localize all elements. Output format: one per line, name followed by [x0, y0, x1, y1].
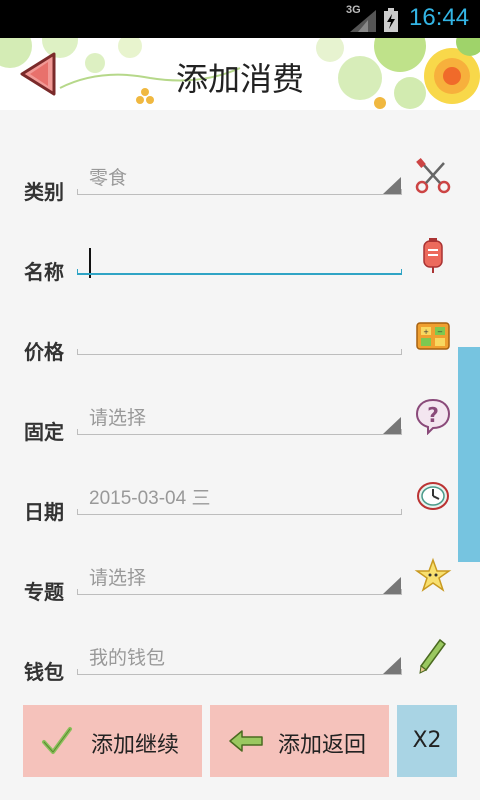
page-title: 添加消费 [175, 60, 304, 98]
topic-select[interactable]: 请选择 [77, 560, 414, 595]
topic-label: 专题 [24, 580, 64, 604]
wallet-select[interactable]: 我的钱包 [77, 640, 414, 675]
fixed-select[interactable]: 请选择 [77, 400, 414, 435]
field-underline [77, 189, 402, 195]
field-underline [77, 429, 402, 435]
price-input[interactable] [77, 318, 402, 356]
app-header: 添加消费 [0, 38, 480, 110]
return-arrow-icon [229, 730, 263, 752]
add-return-label: 添加返回 [278, 733, 367, 758]
date-label: 日期 [24, 500, 64, 524]
date-row: 日期 2015-03-04 三 [0, 470, 480, 550]
battery-icon [384, 8, 398, 32]
svg-text:+: + [423, 328, 429, 336]
field-underline-active [77, 269, 402, 275]
dropdown-arrow-icon [383, 657, 401, 674]
wallet-label: 钱包 [24, 660, 64, 684]
checkmark-icon [42, 727, 72, 754]
svg-text:?: ? [427, 403, 439, 427]
status-clock: 16:44 [409, 4, 470, 31]
name-row: 名称 [0, 230, 480, 310]
price-label: 价格 [24, 340, 64, 364]
dropdown-arrow-icon [383, 417, 401, 434]
wallet-row: 钱包 我的钱包 [0, 630, 480, 710]
pencil-icon [419, 638, 447, 674]
field-underline [77, 669, 402, 675]
red-tag-icon [423, 238, 443, 273]
price-row: 价格 + − [0, 310, 480, 390]
svg-text:−: − [437, 328, 443, 336]
topic-row: 专题 请选择 [0, 550, 480, 630]
field-underline [77, 509, 402, 515]
dropdown-arrow-icon [383, 577, 401, 594]
signal-icon [350, 10, 376, 32]
calculator-icon: + − [416, 322, 450, 350]
field-underline [77, 589, 402, 595]
clock-icon [417, 482, 449, 510]
fixed-row: 固定 请选择 ? [0, 390, 480, 470]
star-icon [414, 557, 452, 592]
name-label: 名称 [24, 260, 64, 284]
add-continue-label: 添加继续 [91, 733, 180, 758]
add-continue-button[interactable]: 添加继续 [23, 705, 202, 777]
status-bar: 3G 16:44 [0, 0, 480, 38]
name-input[interactable] [77, 238, 402, 276]
question-bubble-icon: ? [415, 398, 451, 435]
dropdown-arrow-icon [383, 177, 401, 194]
scrollbar[interactable] [458, 347, 480, 562]
fixed-label: 固定 [24, 420, 64, 444]
add-return-button[interactable]: 添加返回 [210, 705, 389, 777]
category-label: 类别 [24, 180, 64, 204]
category-select[interactable]: 零食 [77, 160, 414, 195]
field-underline [77, 349, 402, 355]
category-row: 类别 零食 [0, 150, 480, 230]
scissors-tools-icon [415, 158, 451, 194]
date-picker[interactable]: 2015-03-04 三 [77, 480, 414, 515]
x2-button[interactable]: X2 [397, 705, 457, 777]
